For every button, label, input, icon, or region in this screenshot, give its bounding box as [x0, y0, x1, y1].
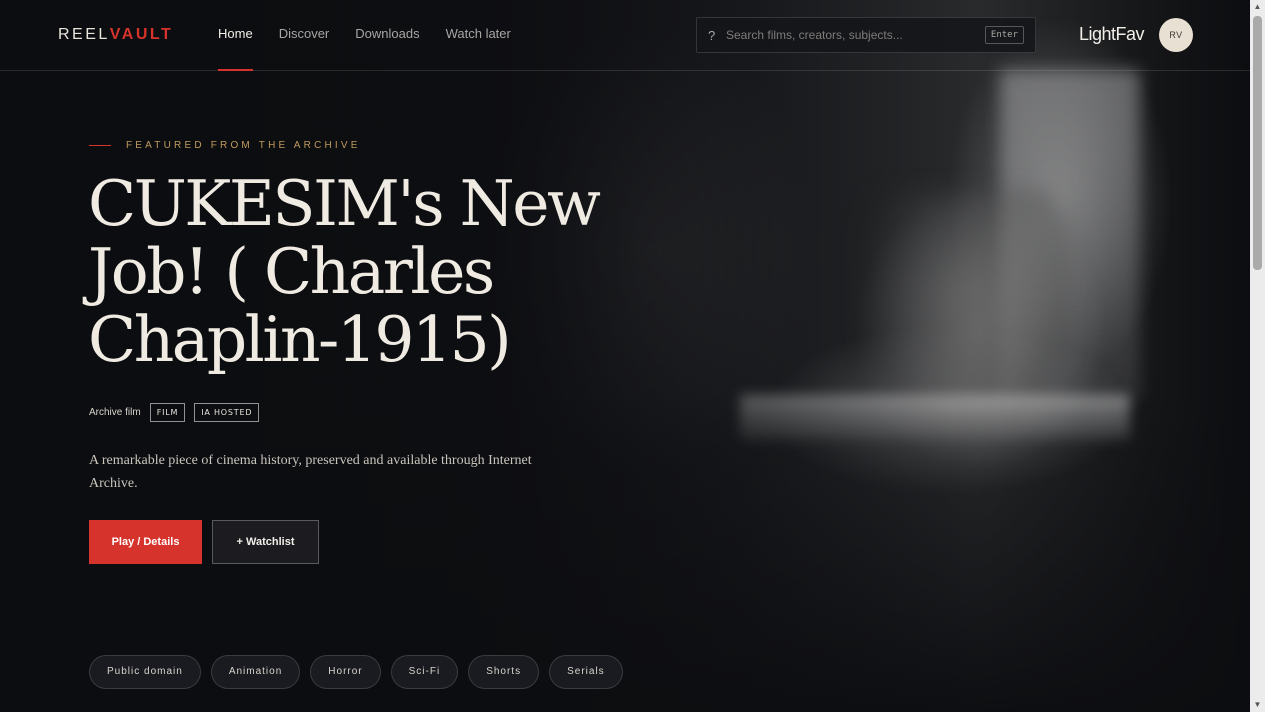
eyebrow-text: FEATURED FROM THE ARCHIVE: [126, 140, 361, 151]
eyebrow-divider: [89, 145, 111, 146]
search-box[interactable]: ? Enter: [696, 17, 1036, 53]
chip-sci-fi[interactable]: Sci-Fi: [390, 655, 459, 689]
media-type: Archive film: [89, 407, 141, 418]
nav-item-home[interactable]: Home: [218, 0, 253, 71]
main-nav: Home Discover Downloads Watch later: [218, 0, 511, 71]
brand-logo[interactable]: REEL VAULT: [58, 26, 173, 44]
category-chips: Public domain Animation Horror Sci-Fi Sh…: [89, 655, 623, 689]
hero-meta: Archive film FILM IA HOSTED: [89, 403, 260, 422]
scroll-up-arrow-icon[interactable]: ▲: [1250, 0, 1265, 14]
user-name[interactable]: LightFav: [1079, 24, 1145, 45]
chip-shorts[interactable]: Shorts: [468, 655, 540, 689]
chip-serials[interactable]: Serials: [549, 655, 623, 689]
chip-public-domain[interactable]: Public domain: [89, 655, 201, 689]
question-mark-icon: ?: [708, 27, 716, 43]
chip-animation[interactable]: Animation: [210, 655, 301, 689]
nav-item-watch-later[interactable]: Watch later: [446, 0, 511, 71]
play-details-button[interactable]: Play / Details: [89, 520, 202, 564]
hero-title: CUKESIM's New Job! ( Charles Chaplin-191…: [88, 167, 601, 376]
avatar[interactable]: RV: [1159, 18, 1193, 52]
add-watchlist-button[interactable]: + Watchlist: [212, 520, 319, 564]
badge-ia-hosted: IA HOSTED: [194, 403, 260, 422]
scrollbar-thumb[interactable]: [1253, 16, 1262, 270]
scroll-down-arrow-icon[interactable]: ▼: [1250, 698, 1265, 712]
badge-film: FILM: [149, 403, 186, 422]
search-input[interactable]: [726, 28, 985, 42]
chip-horror[interactable]: Horror: [310, 655, 381, 689]
page-scrollbar[interactable]: ▲ ▼: [1250, 0, 1265, 712]
hero-description: A remarkable piece of cinema history, pr…: [89, 453, 532, 491]
hero-eyebrow: FEATURED FROM THE ARCHIVE: [89, 140, 361, 151]
nav-item-discover[interactable]: Discover: [279, 0, 330, 71]
brand-logo-part1: REEL: [58, 26, 110, 43]
brand-logo-part2: VAULT: [109, 26, 174, 43]
top-nav-bar: REEL VAULT Home Discover Downloads Watch…: [0, 0, 1250, 71]
nav-item-downloads[interactable]: Downloads: [355, 0, 419, 71]
enter-key-hint: Enter: [984, 26, 1024, 44]
